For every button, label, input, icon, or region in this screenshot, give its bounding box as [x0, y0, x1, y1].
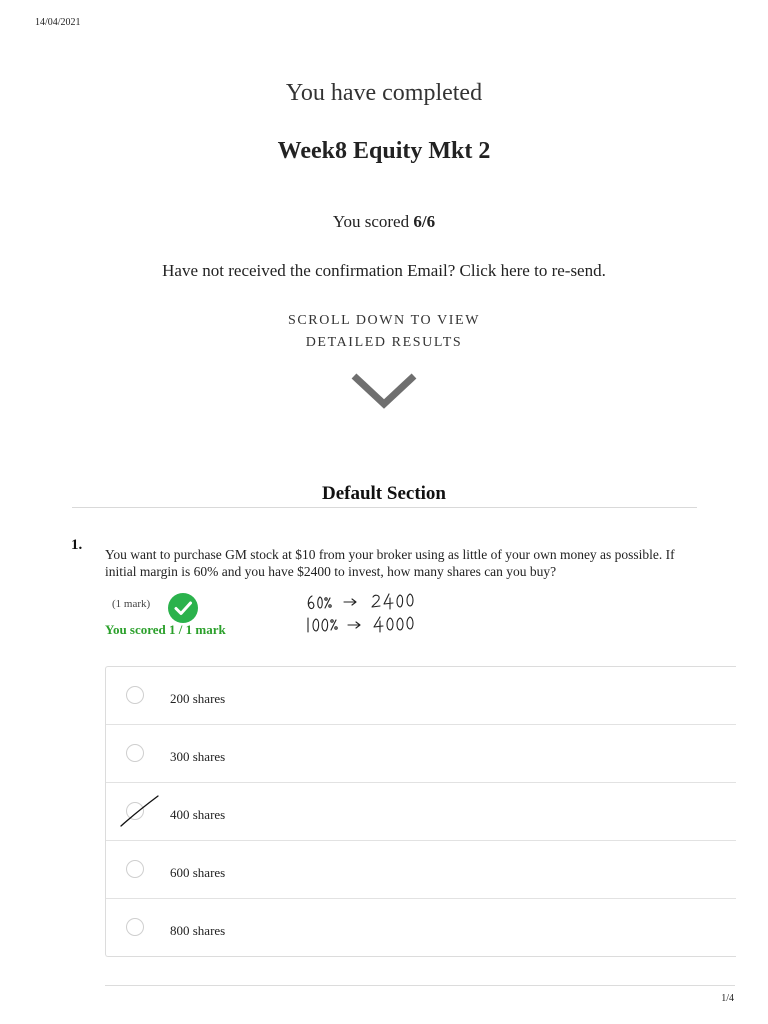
score-prefix: You scored	[332, 212, 414, 231]
radio-button[interactable]	[126, 918, 144, 936]
radio-button[interactable]	[126, 860, 144, 878]
section-title: Default Section	[321, 483, 446, 504]
correct-check-icon	[168, 593, 198, 623]
radio-button[interactable]	[126, 744, 144, 762]
radio-button[interactable]	[126, 686, 144, 704]
option-label: 400 shares	[170, 807, 226, 822]
option-300-shares[interactable]: 300 shares	[106, 725, 736, 783]
option-600-shares[interactable]: 600 shares	[106, 841, 736, 899]
option-label: 200 shares	[170, 691, 226, 706]
option-label: 800 shares	[170, 923, 226, 938]
option-400-shares[interactable]: 400 shares	[106, 783, 736, 841]
option-label: 300 shares	[170, 749, 226, 764]
completed-heading: You have completed	[285, 80, 483, 106]
question-text: You want to purchase GM stock at $10 fro…	[105, 547, 675, 579]
option-800-shares[interactable]: 800 shares	[106, 899, 736, 956]
chevron-down-icon[interactable]	[348, 370, 420, 417]
score-summary: You scored 6/6	[0, 212, 768, 232]
option-label: 600 shares	[170, 865, 226, 880]
pen-strike-mark	[116, 793, 161, 836]
option-200-shares[interactable]: 200 shares	[106, 667, 736, 725]
next-question-card-edge	[105, 985, 735, 986]
scroll-hint: SCROLL DOWN TO VIEW DETAILED RESULTS	[0, 310, 768, 354]
question-number: 1.	[71, 537, 83, 553]
answer-options: 200 shares 300 shares 400 shares 600 sha…	[105, 666, 736, 957]
score-value: 6/6	[413, 212, 436, 231]
question-score: You scored 1 / 1 mark	[105, 622, 226, 637]
scroll-hint-line2: DETAILED RESULTS	[305, 335, 463, 350]
scroll-hint-line1: SCROLL DOWN TO VIEW	[287, 313, 481, 328]
section-divider	[72, 507, 697, 508]
page-number: 1/4	[721, 993, 734, 1004]
handwritten-notes	[300, 585, 440, 645]
quiz-title: Week8 Equity Mkt 2	[277, 138, 491, 164]
question-mark-value: (1 mark)	[112, 598, 151, 610]
resend-email-link[interactable]: Have not received the confirmation Email…	[162, 261, 606, 280]
resend-confirmation: Have not received the confirmation Email…	[0, 261, 768, 281]
print-date: 14/04/2021	[35, 17, 81, 28]
